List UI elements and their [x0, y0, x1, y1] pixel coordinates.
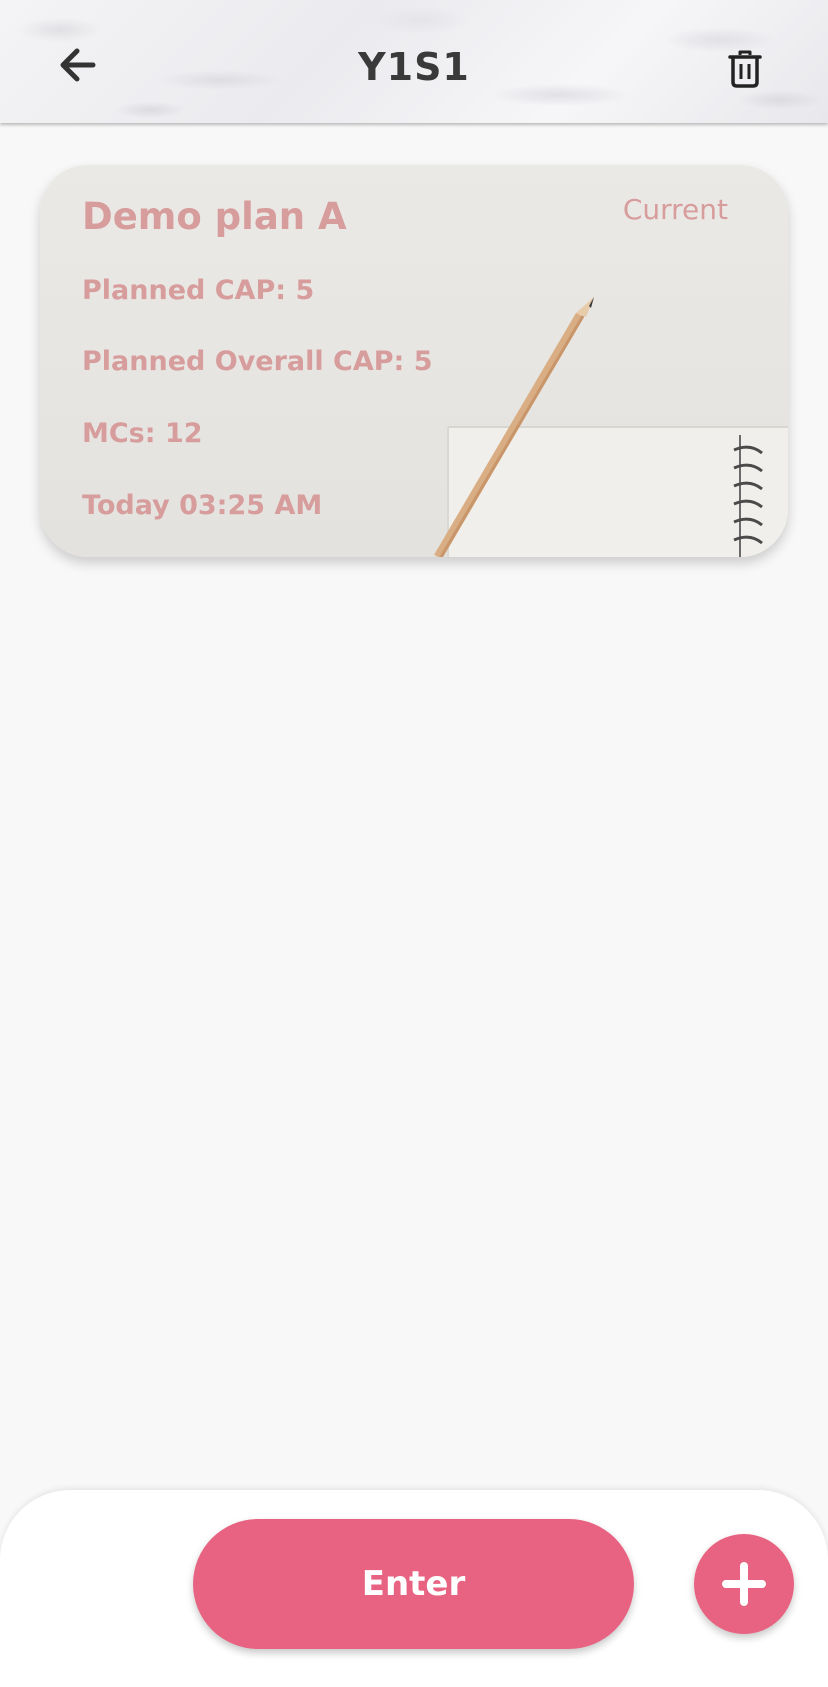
trash-icon — [728, 50, 762, 88]
add-plan-button[interactable] — [694, 1534, 794, 1634]
app-header: Y1S1 — [0, 0, 828, 123]
mcs-count: MCs: 12 — [82, 418, 203, 449]
page-title: Y1S1 — [358, 45, 470, 89]
planned-overall-cap: Planned Overall CAP: 5 — [82, 346, 433, 377]
plan-card[interactable]: Demo plan A Current Planned CAP: 5 Plann… — [40, 165, 788, 557]
last-updated: Today 03:25 AM — [82, 490, 323, 521]
enter-button[interactable]: Enter — [193, 1519, 634, 1649]
delete-button[interactable] — [720, 44, 770, 94]
planned-cap: Planned CAP: 5 — [82, 275, 315, 306]
app-screen: Y1S1 Demo plan A Current Planned CAP: 5 … — [0, 0, 828, 1687]
plan-name: Demo plan A — [82, 195, 347, 238]
plan-status: Current — [622, 193, 728, 226]
plus-icon — [722, 1562, 766, 1606]
